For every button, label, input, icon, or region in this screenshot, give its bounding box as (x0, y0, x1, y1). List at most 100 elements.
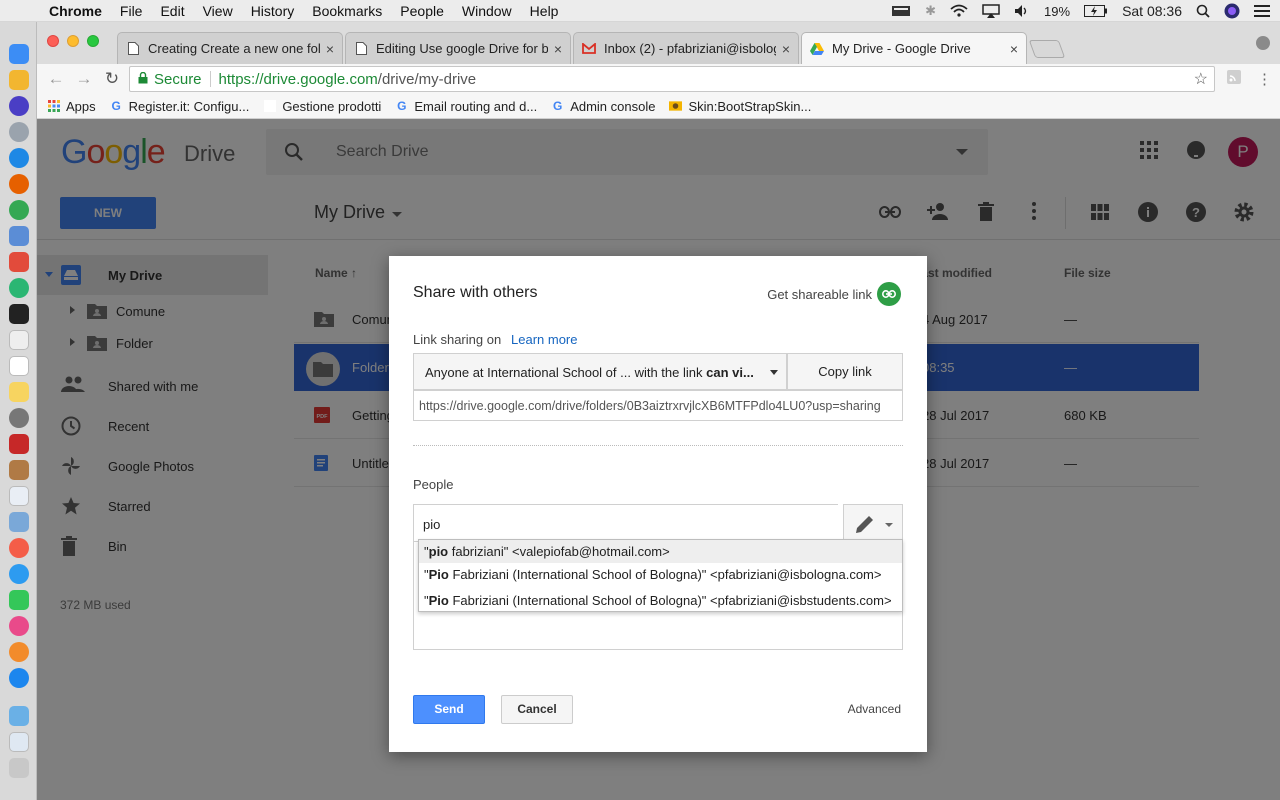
dropbox-icon[interactable] (891, 4, 911, 18)
people-label: People (413, 477, 454, 492)
app-icon[interactable] (9, 486, 29, 506)
back-arrow-icon[interactable]: ← (45, 68, 67, 90)
menu-history[interactable]: History (242, 3, 304, 19)
facetime-icon[interactable] (9, 590, 29, 610)
safari-icon[interactable] (9, 148, 29, 168)
suggestion-item[interactable]: "Pio Fabriziani (International School of… (419, 563, 902, 586)
apps-grid-icon (47, 100, 60, 113)
bluetooth-icon[interactable]: ✱ (925, 3, 936, 19)
app-icon[interactable] (9, 434, 29, 454)
app-icon[interactable] (9, 408, 29, 428)
close-tab-icon[interactable]: × (782, 41, 790, 57)
menu-edit[interactable]: Edit (151, 3, 193, 19)
people-input[interactable] (423, 515, 823, 533)
app-icon[interactable] (9, 252, 29, 272)
permission-edit-dropdown[interactable] (843, 504, 903, 542)
menu-file[interactable]: File (111, 3, 152, 19)
app-icon[interactable] (9, 512, 29, 532)
address-bar[interactable]: Secure https://drive.google.com/drive/my… (129, 66, 1215, 92)
divider (413, 445, 903, 446)
menu-view[interactable]: View (194, 3, 242, 19)
send-button[interactable]: Send (413, 695, 485, 724)
suggestion-item[interactable]: "Pio Fabriziani (International School of… (419, 589, 902, 612)
volume-icon[interactable] (1014, 4, 1030, 18)
menu-bookmarks[interactable]: Bookmarks (303, 3, 391, 19)
tab-my-drive[interactable]: My Drive - Google Drive × (801, 32, 1027, 64)
siri-icon[interactable] (1224, 3, 1240, 19)
google-g-icon: G (553, 99, 563, 113)
calendar-icon[interactable] (9, 356, 29, 376)
rss-icon[interactable] (1227, 70, 1241, 88)
terminal-icon[interactable] (9, 304, 29, 324)
launchpad-icon[interactable] (9, 122, 29, 142)
bookmark-register[interactable]: G Register.it: Configu... (110, 99, 249, 114)
bookmark-gestione[interactable]: Gestione prodotti (263, 99, 381, 114)
trash-icon[interactable] (9, 758, 29, 778)
battery-icon[interactable] (1084, 5, 1108, 17)
share-link-field[interactable]: https://drive.google.com/drive/folders/0… (413, 390, 903, 421)
tab-inbox[interactable]: Inbox (2) - pfabriziani@isbolog × (573, 32, 799, 64)
document-icon (354, 42, 368, 56)
spotlight-search-icon[interactable] (1196, 4, 1210, 18)
copy-link-button[interactable]: Copy link (787, 353, 903, 390)
chrome-icon[interactable] (9, 200, 29, 220)
profile-icon[interactable] (1256, 36, 1270, 50)
app-icon[interactable] (9, 330, 29, 350)
lock-icon (138, 71, 148, 87)
notification-center-icon[interactable] (1254, 4, 1270, 18)
dropdown-caret-icon (770, 370, 778, 375)
menu-window[interactable]: Window (453, 3, 521, 19)
messages-icon[interactable] (9, 564, 29, 584)
bookmark-email-routing[interactable]: G Email routing and d... (395, 99, 537, 114)
learn-more-link[interactable]: Learn more (511, 332, 577, 347)
bookmark-star-icon[interactable]: ☆ (1194, 69, 1208, 89)
airplay-icon[interactable] (982, 4, 1000, 18)
link-permission-dropdown[interactable]: Anyone at International School of ... wi… (413, 353, 787, 390)
siri-dock-icon[interactable] (9, 96, 29, 116)
get-shareable-link-button[interactable]: Get shareable link (767, 282, 901, 306)
app-icon[interactable] (9, 278, 29, 298)
minimize-window-button[interactable] (67, 35, 79, 47)
downloads-icon[interactable] (9, 732, 29, 752)
cancel-button[interactable]: Cancel (501, 695, 573, 724)
bookmark-admin-console[interactable]: G Admin console (551, 99, 655, 114)
menu-app-chrome[interactable]: Chrome (40, 3, 111, 19)
autocomplete-suggestions: "pio fabriziani" <valepiofab@hotmail.com… (418, 539, 903, 612)
ibooks-icon[interactable] (9, 642, 29, 662)
reload-icon[interactable]: ↻ (101, 68, 123, 90)
drive-icon (810, 42, 824, 56)
new-tab-button[interactable] (1028, 40, 1066, 58)
app-store-icon[interactable] (9, 668, 29, 688)
clock[interactable]: Sat 08:36 (1122, 3, 1182, 19)
firefox-icon[interactable] (9, 174, 29, 194)
blank-page-icon (263, 100, 276, 113)
tab-editing[interactable]: Editing Use google Drive for br × (345, 32, 571, 64)
bookmark-skin[interactable]: Skin:BootStrapSkin... (669, 99, 811, 114)
drive-page: Google Drive P NEW My Drive (37, 119, 1280, 800)
browser-toolbar: ← → ↻ Secure https://drive.google.com/dr… (37, 64, 1280, 94)
app-icon[interactable] (9, 460, 29, 480)
advanced-link[interactable]: Advanced (848, 702, 901, 716)
dropdown-caret-icon (885, 523, 893, 527)
folder-icon[interactable] (9, 706, 29, 726)
photos-icon[interactable] (9, 538, 29, 558)
close-tab-icon[interactable]: × (554, 41, 562, 57)
itunes-icon[interactable] (9, 616, 29, 636)
close-tab-icon[interactable]: × (326, 41, 334, 57)
finder-icon[interactable] (9, 44, 29, 64)
chrome-menu-icon[interactable]: ⋮ (1257, 70, 1272, 88)
suggestion-item[interactable]: "pio fabriziani" <valepiofab@hotmail.com… (419, 540, 902, 563)
app-icon[interactable] (9, 70, 29, 90)
notes-icon[interactable] (9, 382, 29, 402)
menu-help[interactable]: Help (521, 3, 568, 19)
bookmark-apps[interactable]: Apps (47, 99, 96, 114)
maximize-window-button[interactable] (87, 35, 99, 47)
tab-creating[interactable]: Creating Create a new one fold × (117, 32, 343, 64)
menu-people[interactable]: People (391, 3, 453, 19)
wifi-icon[interactable] (950, 4, 968, 18)
app-icon[interactable] (9, 226, 29, 246)
secure-label: Secure (154, 70, 202, 88)
close-tab-icon[interactable]: × (1010, 41, 1018, 57)
forward-arrow-icon[interactable]: → (73, 68, 95, 90)
close-window-button[interactable] (47, 35, 59, 47)
